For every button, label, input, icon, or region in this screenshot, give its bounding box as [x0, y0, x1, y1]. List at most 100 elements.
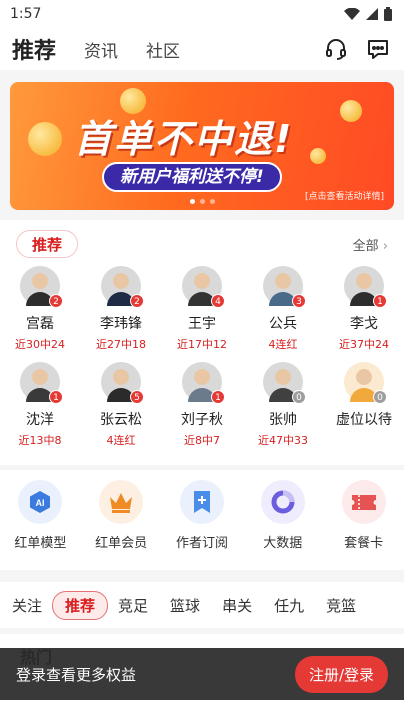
avatar-head: [275, 369, 291, 385]
feature-crown[interactable]: 红单会员: [86, 480, 156, 570]
expert-record: 近27中18: [96, 338, 146, 351]
expert-name: 王宇: [188, 316, 216, 332]
avatar: 4: [182, 266, 225, 308]
expert-name: 刘子秋: [181, 412, 223, 428]
expert-record: 4连红: [106, 434, 136, 447]
avatar: 0: [263, 362, 306, 404]
expert-item[interactable]: 3 公兵 4连红: [243, 266, 323, 352]
coin-decoration: [28, 122, 62, 156]
donut-chart-icon: [260, 480, 305, 524]
tab-news[interactable]: 资讯: [84, 37, 118, 62]
avatar: 3: [263, 266, 306, 308]
expert-item[interactable]: 5 张云松 4连红: [81, 362, 161, 448]
expert-record: 近30中24: [15, 338, 65, 351]
feature-donut-chart[interactable]: 大数据: [248, 480, 318, 570]
top-nav: 推荐 资讯 社区: [0, 28, 404, 70]
avatar-head: [32, 273, 48, 289]
ticket-icon: [341, 480, 386, 524]
ai-icon: AI: [18, 480, 63, 524]
feature-label: 作者订阅: [175, 536, 228, 551]
expert-item[interactable]: 1 沈洋近13中8: [0, 362, 80, 448]
avatar-head: [32, 369, 48, 385]
register-login-button[interactable]: 注册/登录: [294, 655, 388, 693]
promo-banner[interactable]: 首单不中退! 新用户福利送不停! [点击查看活动详情]: [10, 82, 394, 210]
expert-item[interactable]: 1 刘子秋近8中7: [162, 362, 242, 448]
rank-badge: 1: [373, 294, 387, 308]
rank-badge: 0: [292, 390, 306, 404]
svg-text:AI: AI: [36, 498, 45, 508]
feature-label: 大数据: [263, 536, 303, 551]
expert-record: 近37中24: [339, 338, 389, 351]
battery-icon: [384, 7, 392, 21]
bookmark-plus-icon: [179, 480, 224, 524]
expert-item[interactable]: 1 李戈 近37中24: [324, 266, 404, 352]
tab-recommend[interactable]: 推荐: [12, 33, 56, 67]
message-icon[interactable]: [364, 35, 392, 63]
category-tab[interactable]: 竞足: [118, 595, 148, 616]
avatar-head: [356, 273, 372, 289]
feature-label: 红单会员: [95, 536, 148, 551]
avatar-head: [275, 273, 291, 289]
banner-title: 首单不中退!: [74, 117, 294, 161]
feature-ticket[interactable]: 套餐卡: [329, 480, 399, 570]
category-tab[interactable]: 任九: [274, 595, 304, 616]
avatar-head: [113, 273, 129, 289]
expert-item[interactable]: 2 李玮锋近27中18: [81, 266, 161, 352]
rank-badge: 1: [211, 390, 225, 404]
avatar: 1: [20, 362, 63, 404]
status-time: 1:57: [10, 6, 42, 22]
feature-label: 红单模型: [14, 536, 67, 551]
category-tab[interactable]: 推荐: [52, 590, 109, 620]
expert-name: 公兵: [269, 316, 297, 332]
view-all-link[interactable]: 全部 ›: [353, 235, 388, 254]
avatar: 0: [344, 362, 387, 404]
login-prompt-text: 登录查看更多权益: [16, 665, 137, 684]
expert-item[interactable]: 4 王宇近17中12: [162, 266, 242, 352]
rank-badge: 3: [292, 294, 306, 308]
feature-label: 套餐卡: [344, 536, 384, 551]
expert-record: 4连红: [268, 338, 298, 351]
expert-item[interactable]: 0 张帅近47中33: [243, 362, 323, 448]
avatar: 2: [20, 266, 63, 308]
expert-name: 李玮锋: [100, 316, 142, 332]
view-all-label: 全部: [352, 239, 379, 254]
recommend-pill[interactable]: 推荐: [16, 230, 78, 258]
coin-decoration: [310, 148, 326, 164]
feature-ai[interactable]: AI 红单模型: [5, 480, 75, 570]
carousel-dot: [189, 199, 195, 204]
avatar: 1: [344, 266, 387, 308]
carousel-dots: [10, 199, 394, 204]
expert-name: 宫磊: [26, 316, 54, 332]
headset-icon[interactable]: [322, 35, 350, 63]
carousel-dot: [209, 199, 215, 204]
expert-item[interactable]: 0 虚位以待: [324, 362, 404, 432]
status-bar: 1:57: [0, 0, 404, 28]
bottom-nav: [0, 700, 404, 720]
coin-decoration: [340, 100, 362, 122]
avatar: 5: [101, 362, 144, 404]
rank-badge: 0: [373, 390, 387, 404]
carousel-dot: [199, 199, 205, 204]
avatar: 2: [101, 266, 144, 308]
rank-badge: 2: [130, 294, 144, 308]
expert-record: 近47中33: [258, 434, 308, 447]
category-tab[interactable]: 串关: [222, 595, 252, 616]
expert-record: 近17中12: [177, 338, 227, 351]
expert-name: 沈洋: [26, 412, 54, 428]
crown-icon: [99, 480, 144, 524]
category-tab[interactable]: 篮球: [170, 595, 200, 616]
rank-badge: 1: [49, 390, 63, 404]
banner-subtitle: 新用户福利送不停!: [102, 162, 282, 192]
expert-record: 近13中8: [18, 434, 62, 447]
rank-badge: 5: [130, 390, 144, 404]
feature-bookmark-plus[interactable]: 作者订阅: [167, 480, 237, 570]
category-tab[interactable]: 竞篮: [326, 595, 356, 616]
expert-record: 近8中7: [184, 434, 220, 447]
category-tab[interactable]: 关注: [12, 595, 42, 616]
rank-badge: 2: [49, 294, 63, 308]
avatar: 1: [182, 362, 225, 404]
avatar-head: [356, 369, 372, 385]
expert-name: 张帅: [269, 412, 297, 428]
tab-community[interactable]: 社区: [146, 37, 180, 62]
expert-item[interactable]: 2 宫磊近30中24: [0, 266, 80, 352]
